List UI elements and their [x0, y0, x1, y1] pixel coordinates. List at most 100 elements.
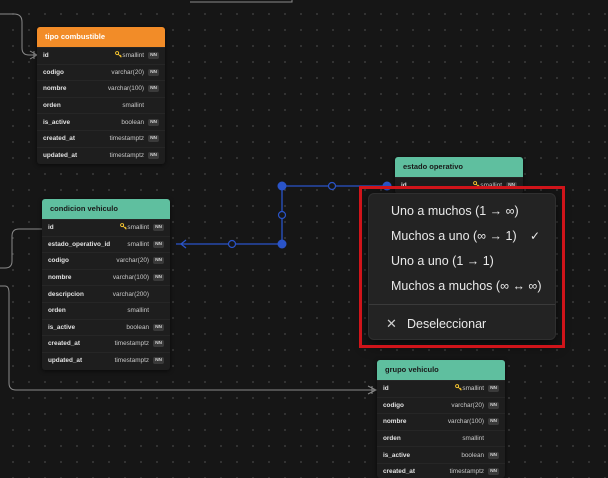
not-null-badge: NN: [148, 135, 159, 143]
table-header[interactable]: condicion vehiculo: [42, 199, 170, 219]
column-row[interactable]: codigo varchar(20) NN: [42, 252, 170, 269]
menu-item-one-to-one[interactable]: Uno a uno (1 → 1): [391, 254, 494, 268]
table-estado-operativo[interactable]: estado operativo id smallint NN: [395, 157, 523, 194]
menu-item-many-to-many[interactable]: Muchos a muchos (∞ ↔ ∞): [391, 279, 542, 293]
not-null-badge: NN: [488, 468, 499, 476]
column-type: varchar(20): [111, 68, 145, 76]
column-type: smallint: [122, 102, 144, 110]
column-name: orden: [383, 435, 401, 443]
column-type: smallint: [127, 224, 150, 232]
column-row[interactable]: updated_at timestamptz NN: [42, 351, 170, 369]
menu-item-many-to-one[interactable]: Muchos a uno (∞ → 1): [391, 229, 517, 243]
column-row[interactable]: orden smallint: [42, 301, 170, 319]
table-condicion-vehiculo[interactable]: condicion vehiculo id smallint NN estado_op…: [42, 199, 170, 370]
column-row[interactable]: orden smallint: [37, 96, 165, 114]
diagram-canvas[interactable]: tipo combustible id smallint NN codigo varch…: [0, 0, 608, 478]
column-row[interactable]: id smallint NN: [37, 47, 165, 64]
column-name: estado_operativo_id: [48, 240, 111, 248]
column-type: varchar(100): [447, 418, 485, 426]
column-row[interactable]: created_at timestamptz NN: [42, 335, 170, 352]
table-header[interactable]: estado operativo: [395, 157, 523, 177]
not-null-badge: NN: [148, 52, 159, 60]
link-top-border: [190, 0, 293, 3]
key-icon: [120, 223, 128, 232]
link-handle-corner: [277, 181, 287, 191]
column-name: orden: [48, 307, 66, 315]
column-row[interactable]: descripcion varchar(200): [42, 285, 170, 302]
column-type: smallint: [122, 52, 145, 60]
not-null-badge: NN: [488, 418, 499, 426]
column-row[interactable]: id smallint NN: [42, 219, 170, 236]
not-null-badge: NN: [488, 451, 499, 459]
link-condicion-left: [0, 228, 42, 269]
column-row[interactable]: is_active boolean NN: [42, 318, 170, 336]
column-name: nombre: [383, 418, 407, 426]
not-null-badge: NN: [153, 357, 164, 365]
not-null-badge: NN: [153, 257, 164, 265]
column-row[interactable]: created_at timestamptz NN: [377, 462, 505, 478]
column-row[interactable]: estado_operativo_id smallint NN: [42, 235, 170, 253]
column-row[interactable]: created_at timestamptz NN: [37, 129, 165, 147]
column-row[interactable]: id smallint NN: [395, 177, 523, 194]
column-type: timestamptz: [109, 151, 145, 159]
link-handle-start: [277, 239, 287, 249]
table-header[interactable]: grupo vehiculo: [377, 360, 505, 380]
link-selected: [176, 185, 388, 245]
column-name: codigo: [48, 257, 69, 265]
column-name: codigo: [383, 401, 404, 409]
table-tipo-combustible[interactable]: tipo combustible id smallint NN codigo varch…: [37, 27, 165, 164]
column-row[interactable]: orden smallint: [377, 429, 505, 447]
column-type: boolean: [121, 118, 145, 126]
column-type: timestamptz: [449, 468, 485, 476]
column-name: orden: [43, 102, 61, 110]
column-type: smallint: [462, 435, 484, 443]
column-row[interactable]: codigo varchar(20) NN: [37, 63, 165, 81]
table-header[interactable]: tipo combustible: [37, 27, 165, 47]
column-name: updated_at: [43, 151, 78, 159]
column-name: id: [401, 182, 407, 190]
close-icon[interactable]: ✕: [386, 316, 397, 332]
column-name: created_at: [48, 340, 80, 348]
column-type: varchar(100): [112, 274, 150, 282]
column-type: varchar(200): [112, 290, 149, 298]
not-null-badge: NN: [153, 323, 164, 331]
not-null-badge: NN: [148, 118, 159, 126]
not-null-badge: NN: [153, 224, 164, 232]
not-null-badge: NN: [148, 85, 159, 93]
column-type: boolean: [461, 451, 485, 459]
table-grupo-vehiculo[interactable]: grupo vehiculo id smallint NN codigo varchar…: [377, 360, 505, 478]
column-type: smallint: [127, 307, 149, 315]
column-type: smallint: [127, 240, 150, 248]
crowfoot-grupo: [367, 385, 378, 395]
deselect-button[interactable]: Deseleccionar: [407, 317, 486, 331]
column-name: nombre: [43, 85, 67, 93]
column-row[interactable]: nombre varchar(100) NN: [37, 80, 165, 97]
not-null-badge: NN: [148, 151, 159, 159]
menu-item-one-to-many[interactable]: Uno a muchos (1 → ∞): [391, 204, 519, 218]
not-null-badge: NN: [488, 401, 499, 409]
column-type: timestamptz: [114, 357, 150, 365]
column-row[interactable]: nombre varchar(100) NN: [377, 413, 505, 430]
column-row[interactable]: nombre varchar(100) NN: [42, 268, 170, 286]
column-name: codigo: [43, 68, 64, 76]
link-selected-arrow: [179, 239, 187, 249]
column-name: id: [383, 385, 389, 393]
column-row[interactable]: codigo varchar(20) NN: [377, 396, 505, 414]
column-name: is_active: [43, 118, 71, 126]
column-name: updated_at: [48, 357, 83, 365]
column-row[interactable]: is_active boolean NN: [37, 113, 165, 130]
column-type: varchar(100): [107, 85, 145, 93]
column-row[interactable]: updated_at timestamptz NN: [37, 146, 165, 164]
not-null-badge: NN: [153, 240, 164, 248]
not-null-badge: NN: [153, 274, 164, 282]
column-row[interactable]: id smallint NN: [377, 380, 505, 397]
column-row[interactable]: is_active boolean NN: [377, 446, 505, 463]
column-name: is_active: [383, 451, 411, 459]
column-name: created_at: [383, 468, 415, 476]
column-type: boolean: [126, 323, 150, 331]
not-null-badge: NN: [148, 68, 159, 76]
link-handle-end: [382, 181, 392, 191]
menu-divider: [369, 304, 555, 305]
column-name: created_at: [43, 135, 75, 143]
not-null-badge: NN: [506, 182, 517, 190]
